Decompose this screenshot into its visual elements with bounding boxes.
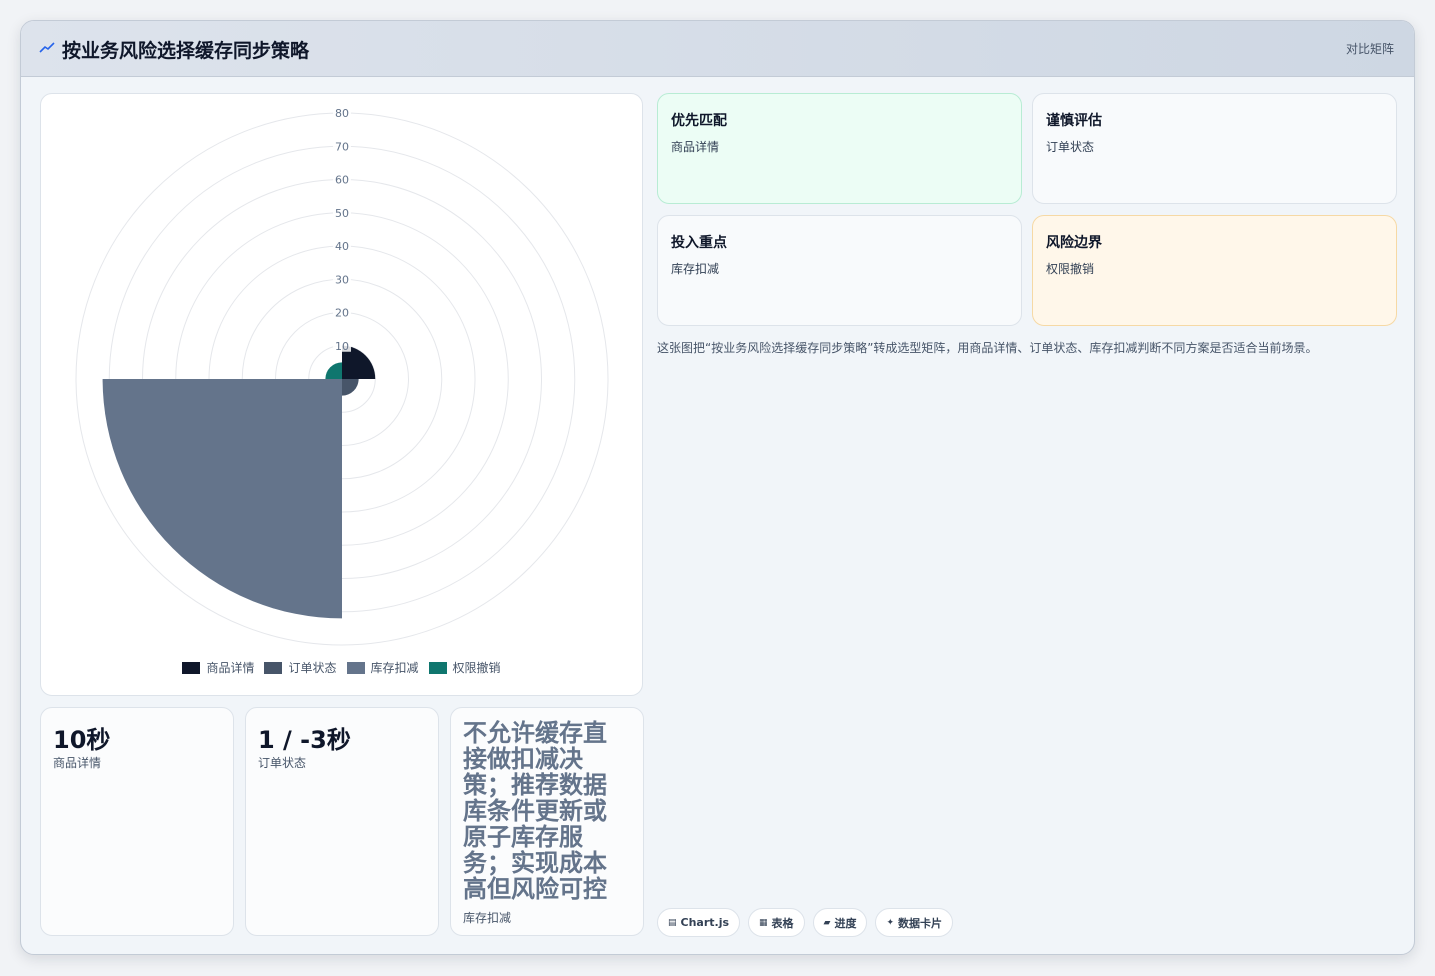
matrix-card-priority-match[interactable]: 优先匹配 商品详情 xyxy=(657,93,1022,204)
chip-progress[interactable]: ▰ 进度 xyxy=(812,908,868,937)
legend-swatch xyxy=(346,661,365,674)
matrix-card-title: 投入重点 xyxy=(671,235,727,251)
stat-label: 订单状态 xyxy=(258,756,307,770)
chart-legend: 商品详情 订单状态 库存扣减 权限撤销 xyxy=(41,659,642,676)
stat-label: 商品详情 xyxy=(53,756,102,770)
tick-label: 30 xyxy=(335,273,349,286)
page-title: 按业务风险选择缓存同步策略 xyxy=(62,40,310,62)
polar-sector[interactable] xyxy=(325,362,342,379)
legend-item[interactable]: 订单状态 xyxy=(264,659,337,676)
legend-item[interactable]: 库存扣减 xyxy=(346,659,419,676)
matrix-card-title: 优先匹配 xyxy=(671,113,727,129)
chip-label: 进度 xyxy=(834,916,857,930)
polar-sector[interactable] xyxy=(342,379,359,396)
table-icon: ▦ xyxy=(759,917,768,928)
matrix-card-risk-boundary[interactable]: 风险边界 权限撤销 xyxy=(1032,215,1397,326)
tag-chip-row: ▤ Chart.js ▦ 表格 ▰ 进度 ✦ 数据卡片 xyxy=(657,908,954,937)
matrix-card-subtitle: 商品详情 xyxy=(671,140,720,154)
stat-value: 1 / -3秒 xyxy=(258,726,351,754)
legend-item[interactable]: 权限撤销 xyxy=(428,659,501,676)
tick-label: 20 xyxy=(335,307,349,320)
polar-chart-card: 10 20 30 40 50 60 70 80 商品详情 订单状态 库存扣减 权限撤销 xyxy=(40,93,643,696)
legend-swatch xyxy=(264,661,283,674)
stat-card-inventory: 不允许缓存直接做扣减决策；推荐数据库条件更新或原子库存服务；实现成本高但风险可控… xyxy=(450,707,644,936)
chart-icon: ▤ xyxy=(668,917,677,928)
tick-label: 60 xyxy=(335,174,349,187)
matrix-card-title: 风险边界 xyxy=(1046,235,1102,251)
progress-icon: ▰ xyxy=(823,917,831,928)
stat-value: 10秒 xyxy=(53,726,111,754)
matrix-card-subtitle: 库存扣减 xyxy=(671,262,720,276)
legend-item[interactable]: 商品详情 xyxy=(182,659,254,676)
trend-line-icon xyxy=(39,42,55,53)
matrix-card-subtitle: 权限撤销 xyxy=(1046,262,1095,276)
legend-swatch xyxy=(182,661,201,674)
chip-label: 数据卡片 xyxy=(898,916,943,930)
chip-table[interactable]: ▦ 表格 xyxy=(748,908,805,937)
chip-chartjs[interactable]: ▤ Chart.js xyxy=(657,908,741,937)
tick-label: 50 xyxy=(335,207,349,220)
polar-sector[interactable] xyxy=(102,379,342,619)
stat-value: 不允许缓存直接做扣减决策；推荐数据库条件更新或原子库存服务；实现成本高但风险可控 xyxy=(463,719,607,903)
description-text: 这张图把“按业务风险选择缓存同步策略”转成选型矩阵，用商品详情、订单状态、库存扣… xyxy=(657,341,1318,355)
tick-label: 10 xyxy=(335,340,349,353)
stat-card-product: 10秒 商品详情 xyxy=(40,707,234,936)
stat-card-order: 1 / -3秒 订单状态 xyxy=(245,707,439,936)
legend-label: 权限撤销 xyxy=(452,661,501,675)
polar-area-chart[interactable]: 10 20 30 40 50 60 70 80 xyxy=(41,94,644,654)
legend-label: 商品详情 xyxy=(206,661,255,675)
app-window: 按业务风险选择缓存同步策略 对比矩阵 10 20 30 40 50 60 70 80 商品详情… xyxy=(20,20,1415,955)
tick-label: 40 xyxy=(335,240,349,253)
tick-label: 80 xyxy=(335,107,349,120)
sparkle-icon: ✦ xyxy=(886,917,895,928)
matrix-card-investment-focus[interactable]: 投入重点 库存扣减 xyxy=(657,215,1022,326)
chip-label: 表格 xyxy=(771,916,794,930)
tick-label: 70 xyxy=(335,140,349,153)
chip-data-card[interactable]: ✦ 数据卡片 xyxy=(875,908,954,937)
chip-label: Chart.js xyxy=(680,916,730,929)
matrix-card-careful-eval[interactable]: 谨慎评估 订单状态 xyxy=(1032,93,1397,204)
matrix-card-title: 谨慎评估 xyxy=(1046,113,1102,129)
matrix-card-subtitle: 订单状态 xyxy=(1046,140,1095,154)
view-mode-badge[interactable]: 对比矩阵 xyxy=(1346,40,1394,57)
legend-swatch xyxy=(428,661,447,674)
header-bar: 按业务风险选择缓存同步策略 对比矩阵 xyxy=(21,21,1414,77)
legend-label: 订单状态 xyxy=(288,661,337,675)
stat-label: 库存扣减 xyxy=(463,911,512,925)
legend-label: 库存扣减 xyxy=(370,661,419,675)
